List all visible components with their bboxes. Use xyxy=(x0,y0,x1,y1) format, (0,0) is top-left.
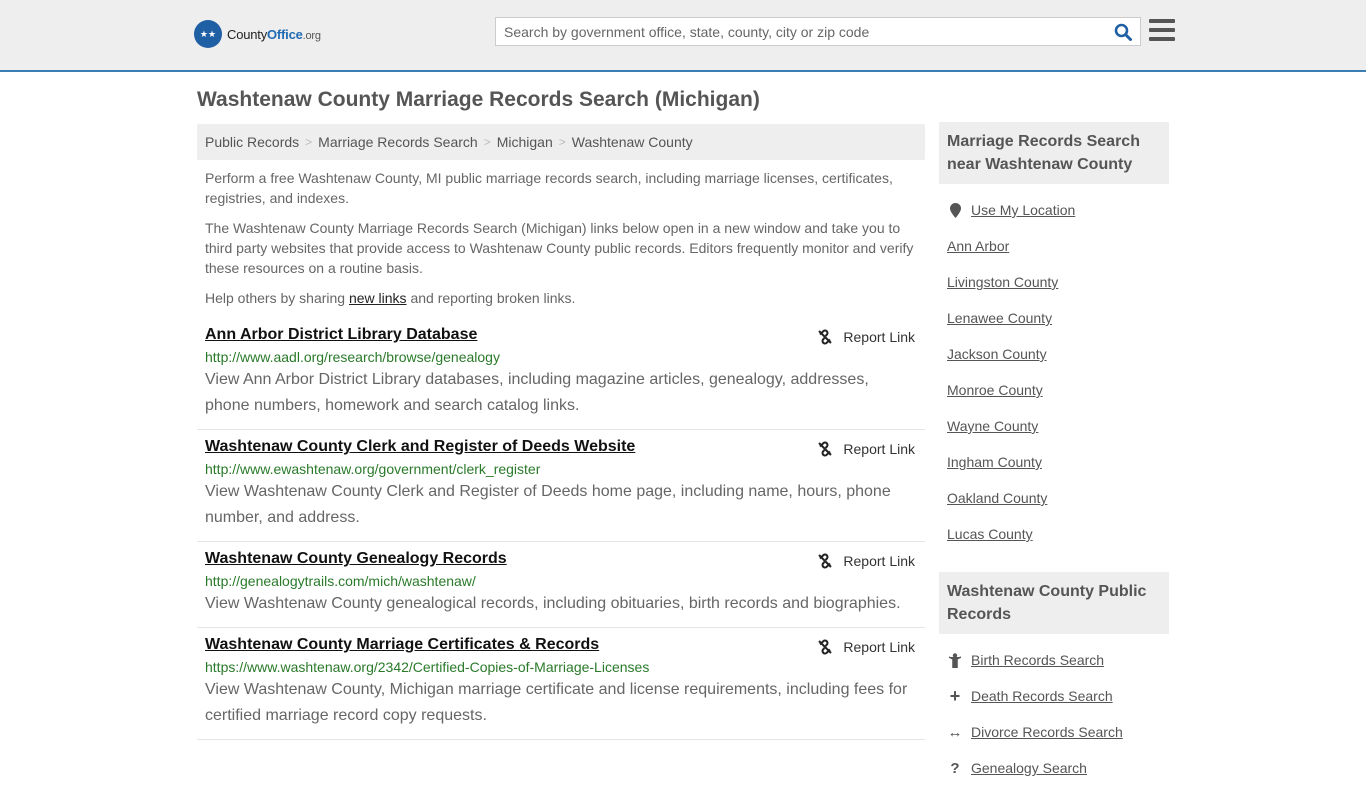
breadcrumb-separator: > xyxy=(483,135,491,149)
result-title-link[interactable]: Ann Arbor District Library Database xyxy=(205,326,477,344)
map-marker-icon xyxy=(947,202,963,218)
new-links-link[interactable]: new links xyxy=(349,290,407,306)
nearby-link[interactable]: Lenawee County xyxy=(947,310,1052,326)
result-url[interactable]: http://www.ewashtenaw.org/government/cle… xyxy=(205,461,917,477)
public-record-item: Birth Records Search xyxy=(947,642,1161,678)
nearby-list: Use My Location Ann Arbor Livingston Coun… xyxy=(939,184,1169,552)
nearby-link[interactable]: Jackson County xyxy=(947,346,1047,362)
report-link-button[interactable]: Report Link xyxy=(817,441,915,457)
result-item: Washtenaw County Genealogy Records Repor… xyxy=(197,542,925,628)
public-records-list: Birth Records Search + Death Records Searc… xyxy=(939,634,1169,786)
search-button[interactable] xyxy=(1106,18,1140,45)
result-description: View Ann Arbor District Library database… xyxy=(205,371,869,414)
nearby-item: Livingston County xyxy=(947,264,1161,300)
report-link-button[interactable]: Report Link xyxy=(817,329,915,345)
public-record-link[interactable]: Death Records Search xyxy=(971,688,1113,704)
breadcrumb-marriage-records[interactable]: Marriage Records Search xyxy=(318,134,478,150)
breadcrumb-michigan[interactable]: Michigan xyxy=(497,134,553,150)
nearby-item: Jackson County xyxy=(947,336,1161,372)
nearby-link[interactable]: Oakland County xyxy=(947,490,1047,506)
report-link-label: Report Link xyxy=(843,639,915,655)
result-item: Ann Arbor District Library Database Repo… xyxy=(197,318,925,430)
broken-link-icon xyxy=(818,553,833,569)
result-title-link[interactable]: Washtenaw County Genealogy Records xyxy=(205,550,507,568)
result-title-link[interactable]: Washtenaw County Clerk and Register of D… xyxy=(205,438,635,456)
nearby-item: Monroe County xyxy=(947,372,1161,408)
public-record-item: + Death Records Search xyxy=(947,678,1161,714)
result-title-link[interactable]: Washtenaw County Marriage Certificates &… xyxy=(205,636,599,654)
use-location-item: Use My Location xyxy=(947,192,1161,228)
public-records-panel: Washtenaw County Public Records Birth Re… xyxy=(939,572,1169,786)
search-input[interactable] xyxy=(496,18,1106,45)
arrows-icon: ↔ xyxy=(947,723,963,741)
nearby-item: Oakland County xyxy=(947,480,1161,516)
logo-text-county: County xyxy=(227,26,267,42)
nearby-item: Ingham County xyxy=(947,444,1161,480)
intro-paragraph: The Washtenaw County Marriage Records Se… xyxy=(205,220,914,276)
broken-link-icon xyxy=(818,639,833,655)
main-content: Public Records > Marriage Records Search >… xyxy=(197,124,925,740)
nearby-link[interactable]: Ann Arbor xyxy=(947,238,1009,254)
public-record-item: ? Genealogy Search xyxy=(947,750,1161,786)
broken-link-icon xyxy=(818,329,833,345)
results-list: Ann Arbor District Library Database Repo… xyxy=(197,318,925,740)
report-link-button[interactable]: Report Link xyxy=(817,553,915,569)
public-record-item: ↔ Divorce Records Search xyxy=(947,714,1161,750)
intro-paragraph: Perform a free Washtenaw County, MI publ… xyxy=(205,170,893,206)
public-record-link[interactable]: Birth Records Search xyxy=(971,652,1104,668)
breadcrumb-separator: > xyxy=(558,135,566,149)
intro-text: Perform a free Washtenaw County, MI publ… xyxy=(197,160,925,308)
nearby-link[interactable]: Ingham County xyxy=(947,454,1042,470)
breadcrumb-current: Washtenaw County xyxy=(571,134,693,150)
nearby-item: Ann Arbor xyxy=(947,228,1161,264)
logo-text-office: Office xyxy=(267,26,303,42)
public-record-link[interactable]: Divorce Records Search xyxy=(971,724,1123,740)
cross-icon: + xyxy=(949,686,961,706)
nearby-link[interactable]: Wayne County xyxy=(947,418,1038,434)
report-link-label: Report Link xyxy=(843,329,915,345)
search-box xyxy=(495,17,1141,46)
breadcrumb-separator: > xyxy=(305,135,313,149)
page-title: Washtenaw County Marriage Records Search… xyxy=(197,88,760,111)
result-description: View Washtenaw County Clerk and Register… xyxy=(205,483,891,526)
child-icon xyxy=(947,652,963,668)
question-icon: ? xyxy=(950,759,960,777)
top-bar: ★★ CountyOffice.org xyxy=(0,0,1366,72)
result-item: Washtenaw County Clerk and Register of D… xyxy=(197,430,925,542)
nearby-panel: Marriage Records Search near Washtenaw C… xyxy=(939,122,1169,552)
report-link-label: Report Link xyxy=(843,553,915,569)
nearby-heading: Marriage Records Search near Washtenaw C… xyxy=(939,122,1169,184)
use-my-location-link[interactable]: Use My Location xyxy=(971,202,1075,218)
result-url[interactable]: http://genealogytrails.com/mich/washtena… xyxy=(205,573,917,589)
nearby-item: Wayne County xyxy=(947,408,1161,444)
breadcrumb-public-records[interactable]: Public Records xyxy=(205,134,299,150)
nearby-link[interactable]: Livingston County xyxy=(947,274,1058,290)
nearby-link[interactable]: Lucas County xyxy=(947,526,1033,542)
public-record-link[interactable]: Genealogy Search xyxy=(971,760,1087,776)
search-icon xyxy=(1114,23,1132,41)
share-paragraph: Help others by sharing new links and rep… xyxy=(205,290,576,306)
logo-badge-icon: ★★ xyxy=(194,20,222,48)
site-logo[interactable]: ★★ CountyOffice.org xyxy=(194,20,321,48)
result-url[interactable]: https://www.washtenaw.org/2342/Certified… xyxy=(205,659,917,675)
public-records-heading: Washtenaw County Public Records xyxy=(939,572,1169,634)
breadcrumb: Public Records > Marriage Records Search >… xyxy=(197,124,925,160)
report-link-label: Report Link xyxy=(843,441,915,457)
nearby-link[interactable]: Monroe County xyxy=(947,382,1043,398)
result-item: Washtenaw County Marriage Certificates &… xyxy=(197,628,925,740)
nearby-item: Lenawee County xyxy=(947,300,1161,336)
logo-text-tld: .org xyxy=(302,29,321,42)
result-description: View Washtenaw County, Michigan marriage… xyxy=(205,681,908,724)
nearby-item: Lucas County xyxy=(947,516,1161,552)
broken-link-icon xyxy=(818,441,833,457)
result-url[interactable]: http://www.aadl.org/research/browse/gene… xyxy=(205,349,917,365)
result-description: View Washtenaw County genealogical recor… xyxy=(205,595,901,612)
hamburger-menu-icon[interactable] xyxy=(1149,19,1175,41)
report-link-button[interactable]: Report Link xyxy=(817,639,915,655)
